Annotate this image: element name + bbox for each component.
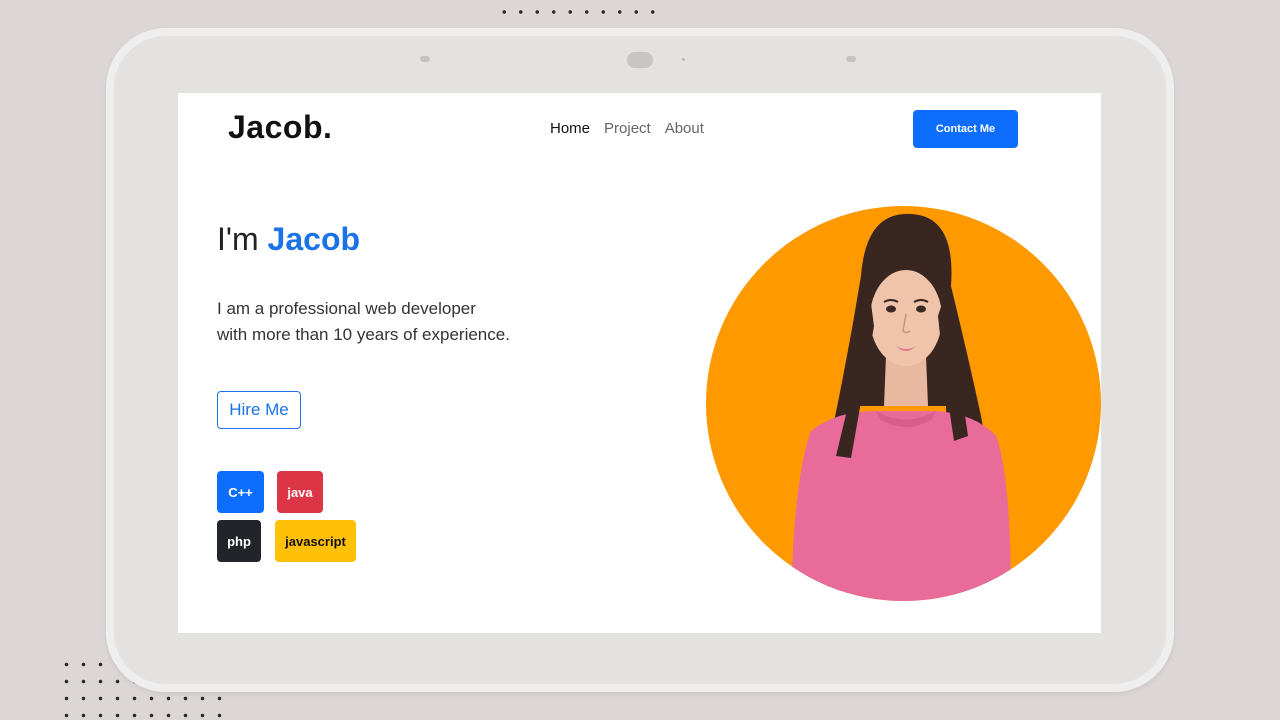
website-screen: Jacob. Home Project About Contact Me I'm…	[178, 93, 1101, 633]
frame-sensor-right	[846, 56, 856, 62]
skill-badge-php: php	[217, 520, 261, 562]
skill-badge-javascript: javascript	[275, 520, 356, 562]
nav-project[interactable]: Project	[604, 120, 651, 137]
nav-home[interactable]: Home	[550, 120, 590, 137]
frame-pinhole	[682, 58, 685, 61]
site-logo[interactable]: Jacob.	[228, 109, 332, 146]
skill-badge-cpp: C++	[217, 471, 264, 513]
contact-me-button[interactable]: Contact Me	[913, 110, 1018, 148]
skill-badge-java: java	[277, 471, 323, 513]
nav-about[interactable]: About	[665, 120, 704, 137]
hero-description: I am a professional web developer with m…	[217, 296, 557, 348]
hero-description-line2: with more than 10 years of experience.	[217, 325, 510, 344]
camera-icon	[627, 52, 653, 68]
profile-portrait	[706, 206, 1101, 601]
hire-me-button[interactable]: Hire Me	[217, 391, 301, 429]
hero-name: Jacob	[267, 221, 361, 257]
hero-title: I'm Jacob	[217, 221, 360, 258]
hero-description-line1: I am a professional web developer	[217, 299, 476, 318]
main-nav: Home Project About	[550, 120, 704, 137]
frame-sensor-left	[420, 56, 430, 62]
decorative-dots-top	[496, 6, 666, 18]
hero-greeting: I'm	[217, 221, 268, 257]
